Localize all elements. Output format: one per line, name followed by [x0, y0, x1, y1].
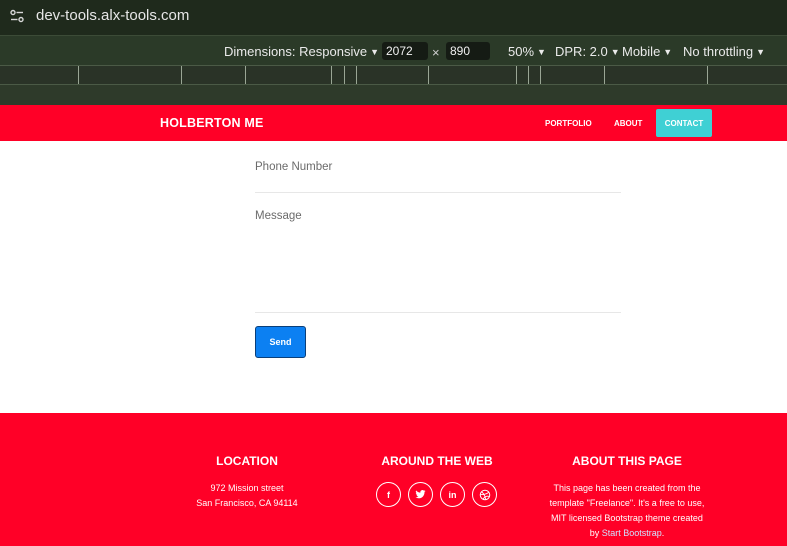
ruler-tick — [331, 66, 332, 84]
height-input[interactable]: 890 — [446, 42, 490, 60]
ruler-tick — [78, 66, 79, 84]
ruler-tick — [528, 66, 529, 84]
ruler-tick — [245, 66, 246, 84]
ruler-tick — [356, 66, 357, 84]
width-input[interactable]: 2072 — [382, 42, 428, 60]
throttling-dropdown[interactable]: No throttling ▼ — [683, 44, 765, 59]
linkedin-icon[interactable]: in — [440, 482, 465, 507]
ruler-tick — [540, 66, 541, 84]
ruler-tick — [707, 66, 708, 84]
site-footer: LOCATION 972 Mission street San Francisc… — [0, 413, 787, 546]
around-the-web-heading: AROUND THE WEB — [381, 454, 493, 468]
about-line-4-prefix: by — [589, 528, 600, 538]
facebook-icon[interactable]: f — [376, 482, 401, 507]
times-symbol: × — [432, 45, 440, 60]
dpr-dropdown[interactable]: DPR: 2.0 ▼ — [555, 44, 620, 59]
devtools-device-toolbar: Dimensions: Responsive ▼ 2072 × 890 50% ▼ … — [0, 35, 787, 65]
zoom-dropdown[interactable]: 50% ▼ — [508, 44, 546, 59]
location-address: 972 Mission street San Francisco, CA 941… — [177, 481, 317, 511]
zoom-label: 50% — [508, 44, 535, 59]
ruler-tick — [181, 66, 182, 84]
about-line-3: MIT licensed Bootstrap theme created — [551, 513, 703, 523]
nav-link-contact[interactable]: CONTACT — [656, 109, 712, 137]
device-type-dropdown[interactable]: Mobile ▼ — [622, 44, 672, 59]
site-navbar: HOLBERTON ME PORTFOLIO ABOUT CONTACT — [0, 105, 787, 141]
url-text[interactable]: dev-tools.alx-tools.com — [36, 7, 189, 24]
about-line-1: This page has been created from the — [553, 483, 701, 493]
about-line-4-suffix: . — [661, 528, 665, 538]
phone-field-underline — [255, 192, 621, 193]
site-settings-icon[interactable] — [9, 8, 25, 24]
media-query-ruler[interactable] — [0, 65, 787, 85]
location-heading: LOCATION — [216, 454, 278, 468]
message-field[interactable]: Message — [255, 210, 302, 222]
caret-down-icon: ▼ — [663, 47, 673, 57]
about-line-2: template "Freelance". It's a free to use… — [549, 498, 705, 508]
caret-down-icon: ▼ — [756, 47, 766, 57]
dribbble-icon[interactable] — [472, 482, 497, 507]
nav-link-portfolio[interactable]: PORTFOLIO — [545, 119, 592, 128]
dimensions-dropdown[interactable]: Dimensions: Responsive ▼ — [224, 44, 379, 59]
twitter-icon[interactable] — [408, 482, 433, 507]
caret-down-icon: ▼ — [537, 47, 546, 57]
about-line-4: by Start Bootstrap. — [537, 526, 717, 541]
caret-down-icon: ▼ — [610, 47, 620, 57]
about-page-text: This page has been created from the temp… — [537, 481, 717, 541]
ruler-tick — [604, 66, 605, 84]
ruler-tick — [344, 66, 345, 84]
viewport-gap — [0, 85, 787, 105]
start-bootstrap-link[interactable]: Start Bootstrap — [602, 528, 662, 538]
dimensions-label: Dimensions: Responsive — [224, 44, 368, 59]
caret-down-icon: ▼ — [370, 47, 379, 57]
phone-field[interactable]: Phone Number — [255, 161, 332, 173]
address-line-2: San Francisco, CA 94114 — [196, 498, 298, 508]
ruler-tick — [428, 66, 429, 84]
ruler-tick — [516, 66, 517, 84]
message-field-underline — [255, 312, 621, 313]
device-type-label: Mobile — [622, 44, 661, 59]
about-page-heading: ABOUT THIS PAGE — [572, 454, 682, 468]
nav-link-about[interactable]: ABOUT — [614, 119, 642, 128]
browser-url-bar[interactable]: dev-tools.alx-tools.com — [0, 0, 787, 35]
dpr-label: DPR: 2.0 — [555, 44, 608, 59]
send-button[interactable]: Send — [255, 326, 306, 358]
address-line-1: 972 Mission street — [210, 483, 284, 493]
brand-logo[interactable]: HOLBERTON ME — [160, 116, 264, 130]
throttling-label: No throttling — [683, 44, 754, 59]
